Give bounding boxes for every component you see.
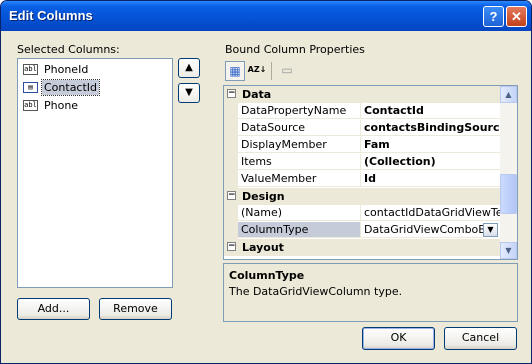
remove-button[interactable]: Remove [99,298,172,320]
list-item-label: Phone [44,99,79,112]
property-grid-toolbar: ▦ AZ↓ ▭ [223,59,505,83]
scroll-thumb[interactable] [500,174,517,214]
row-gutter [224,171,238,188]
property-grid[interactable]: − Data DataPropertyName ContactId DataSo… [223,85,518,260]
scroll-down-icon[interactable]: ▼ [500,242,517,259]
combobox-column-icon: ▤ [23,82,38,93]
category-label: Data [242,88,272,101]
row-gutter [224,154,238,171]
list-item-label: PhoneId [44,63,89,76]
category-data[interactable]: − Data [224,86,500,103]
property-value[interactable]: contactIdDataGridViewTextB [361,205,500,221]
textbox-column-icon: abl [23,64,38,75]
add-button[interactable]: Add... [17,298,90,320]
category-design[interactable]: − Design [224,188,500,205]
cancel-button[interactable]: Cancel [444,327,517,350]
description-text: The DataGridViewColumn type. [229,285,403,298]
category-label: Design [242,190,285,203]
collapse-icon[interactable]: − [227,191,236,200]
edit-columns-dialog: Edit Columns ? ✕ Selected Columns: abl P… [0,0,532,364]
property-row-datapropertyname[interactable]: DataPropertyName ContactId [224,103,500,120]
move-down-button[interactable]: ▼ [178,83,200,103]
ok-button[interactable]: OK [362,327,435,350]
row-gutter [224,103,238,120]
property-value[interactable]: (Collection) [361,154,500,170]
property-value[interactable]: Id [361,171,500,187]
property-grid-scrollbar[interactable]: ▲ ▼ [500,86,517,259]
list-item-phone[interactable]: abl Phone [21,97,171,114]
close-button[interactable]: ✕ [506,6,527,27]
scroll-up-icon[interactable]: ▲ [500,86,517,103]
row-gutter [224,222,238,239]
window-title: Edit Columns [9,8,93,23]
collapse-icon[interactable]: − [227,89,236,98]
alphabetical-icon[interactable]: AZ↓ [247,61,267,81]
toolbar-separator [271,62,272,80]
category-label: Layout [242,241,284,254]
property-row-columntype[interactable]: ColumnType DataGridViewComboBoxC ▼ [224,222,500,239]
property-name: ColumnType [238,222,361,238]
title-bar: Edit Columns ? ✕ [1,1,531,31]
description-title: ColumnType [229,269,305,282]
list-item-label: ContactId [40,79,101,96]
column-type-value[interactable]: DataGridViewComboBoxC [361,222,483,238]
list-item-contactid[interactable]: ▤ ContactId [21,79,171,96]
category-layout[interactable]: − Layout [224,239,500,256]
property-name: DisplayMember [238,137,361,153]
arrow-down-icon: ▼ [185,87,193,98]
property-value[interactable]: Fam [361,137,500,153]
property-name: DataPropertyName [238,103,361,119]
help-button[interactable]: ? [483,6,504,27]
property-row-name[interactable]: (Name) contactIdDataGridViewTextB [224,205,500,222]
property-value[interactable]: ContactId [361,103,500,119]
chevron-down-icon[interactable]: ▼ [483,223,498,237]
property-value[interactable]: contactsBindingSource [361,120,500,136]
property-name: ValueMember [238,171,361,187]
property-name: (Name) [238,205,361,221]
property-row-displaymember[interactable]: DisplayMember Fam [224,137,500,154]
move-up-button[interactable]: ▲ [178,58,200,78]
selected-columns-label: Selected Columns: [17,43,120,56]
property-row-datasource[interactable]: DataSource contactsBindingSource [224,120,500,137]
list-item-phoneid[interactable]: abl PhoneId [21,61,171,78]
property-name: DataSource [238,120,361,136]
property-description-panel: ColumnType The DataGridViewColumn type. [223,263,518,322]
property-row-items[interactable]: Items (Collection) [224,154,500,171]
bound-column-properties-label: Bound Column Properties [225,43,365,56]
property-pages-icon[interactable]: ▭ [277,61,297,81]
property-row-valuemember[interactable]: ValueMember Id [224,171,500,188]
row-gutter [224,205,238,222]
categorized-icon[interactable]: ▦ [225,61,245,81]
row-gutter [224,137,238,154]
property-name: Items [238,154,361,170]
textbox-column-icon: abl [23,100,38,111]
collapse-icon[interactable]: − [227,242,236,251]
selected-columns-list[interactable]: abl PhoneId ▤ ContactId abl Phone [17,58,173,288]
row-gutter [224,120,238,137]
arrow-up-icon: ▲ [185,62,193,73]
